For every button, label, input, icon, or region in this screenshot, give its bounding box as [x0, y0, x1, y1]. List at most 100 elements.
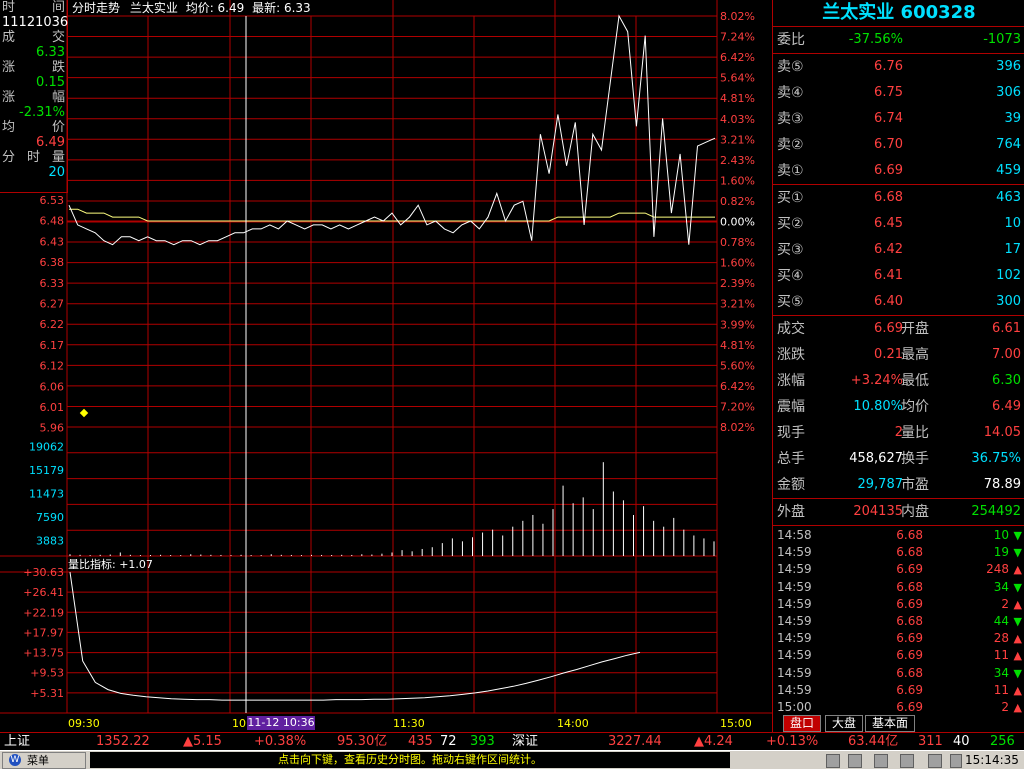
market-status-bar: 上证 1352.22 ▲5.15 +0.38% 95.30亿 435 72 39… [0, 732, 1024, 750]
tray-security-icon[interactable] [928, 754, 942, 768]
volume-panel [69, 462, 715, 556]
avg-value: 6.49 [36, 135, 65, 150]
tick-volume: 2 [1001, 596, 1009, 611]
price-tick-label: 6.12 [40, 360, 65, 373]
pct-tick-label: 6.42% [720, 380, 755, 393]
buy-volume: 463 [996, 190, 1021, 205]
tick-time: 14:59 [777, 631, 812, 646]
tray-volume-icon[interactable] [848, 754, 862, 768]
arrow-down-icon: ▼ [1013, 529, 1022, 542]
arrow-down-icon: ▼ [1013, 580, 1022, 594]
stat-label: 成交 [777, 321, 805, 337]
stat-row: 震幅 10.80% 均价 6.49 [773, 394, 1024, 420]
buy-price: 6.42 [874, 242, 903, 257]
sell-level-label: 卖① [777, 163, 804, 179]
stat-value-2: 6.30 [992, 373, 1021, 388]
buy-price: 6.68 [874, 190, 903, 205]
weibi-pct: -37.56% [848, 32, 903, 47]
sell-level-label: 卖④ [777, 85, 804, 101]
time-label: 时间 [2, 0, 65, 15]
buy-row[interactable]: 买① 6.68 463 [773, 185, 1024, 211]
avg-price-line [69, 208, 715, 222]
tick-row[interactable]: 14:59 6.69 28 ▲ [773, 630, 1024, 647]
buy-level-label: 买③ [777, 242, 804, 258]
tab-dapan[interactable]: 大盘 [825, 715, 864, 732]
sell-row[interactable]: 卖① 6.69 459 [773, 158, 1024, 184]
stat-row: 总手 458,627 换手 36.75% [773, 446, 1024, 472]
tick-row[interactable]: 14:59 6.69 11 ▲ [773, 682, 1024, 699]
time-tick-label: 15:00 [720, 717, 752, 730]
buy-level-label: 买⑤ [777, 294, 804, 310]
buy-row[interactable]: 买④ 6.41 102 [773, 263, 1024, 289]
tick-time: 14:59 [777, 682, 812, 697]
pct-tick-label: 4.03% [720, 113, 755, 126]
sell-level-label: 卖⑤ [777, 59, 804, 75]
sell-row[interactable]: 卖⑤ 6.76 396 [773, 54, 1024, 80]
hint-text: 点击向下键，查看历史分时图。拖动右键作区间统计。 [90, 752, 730, 768]
tick-row[interactable]: 14:59 6.68 19 ▼ [773, 544, 1024, 561]
pct-tick-label: 4.81% [720, 92, 755, 105]
tick-price: 6.68 [896, 528, 923, 542]
tick-row[interactable]: 14:59 6.69 248 ▲ [773, 561, 1024, 578]
arrow-up-icon: ▲ [1013, 649, 1022, 663]
ratio-tick-label: +17.97 [23, 626, 64, 639]
cursor-time-badge: 11-12 10:36 [247, 716, 315, 730]
pct-value: -2.31% [19, 105, 65, 120]
tab-pankou[interactable]: 盘口 [783, 715, 822, 732]
sell-row[interactable]: 卖② 6.70 764 [773, 132, 1024, 158]
chart-title: 分时走势 [72, 1, 121, 15]
time-tick-label: 09:30 [68, 717, 100, 730]
tick-price: 6.69 [896, 648, 923, 663]
tick-price: 6.68 [896, 665, 923, 680]
pct-tick-label: 8.02% [720, 421, 755, 434]
ratio-tick-label: +22.19 [23, 606, 64, 619]
pct-tick-label: 3.21% [720, 133, 755, 146]
weibi-row: 委比 -37.56% -1073 [773, 27, 1024, 54]
tray-input-icon[interactable] [874, 754, 888, 768]
tick-time: 14:59 [777, 596, 812, 611]
tab-fundamentals[interactable]: 基本面 [865, 715, 916, 732]
sell-price: 6.70 [874, 137, 903, 152]
clock: 15:14:35 [965, 753, 1019, 767]
buy-row[interactable]: 买③ 6.42 17 [773, 237, 1024, 263]
tick-price: 6.69 [896, 631, 923, 646]
tray-update-icon[interactable] [950, 754, 962, 768]
tick-list[interactable]: 14:58 6.68 10 ▼ 14:59 6.68 19 ▼ 14:59 6.… [773, 526, 1024, 716]
pct-tick-label: 3.99% [720, 318, 755, 331]
pct-tick-label: 7.20% [720, 400, 755, 413]
chart-avg-label: 均价: 6.49 [185, 1, 245, 15]
pct-tick-label: 1.60% [720, 174, 755, 187]
tick-price: 6.69 [896, 562, 923, 577]
price-panel [68, 14, 716, 246]
tick-row[interactable]: 14:59 6.69 11 ▲ [773, 647, 1024, 664]
sell-row[interactable]: 卖③ 6.74 39 [773, 106, 1024, 132]
pct-tick-label: 2.43% [720, 154, 755, 167]
sell-price: 6.74 [874, 111, 903, 126]
buy-row[interactable]: 买⑤ 6.40 300 [773, 289, 1024, 315]
tray-network-icon[interactable] [826, 754, 840, 768]
arrow-up-icon: ▲ [1013, 683, 1022, 697]
pct-tick-label: 8.02% [720, 10, 755, 23]
intraday-chart[interactable]: 6.53 6.48 6.43 6.38 6.33 6.27 6.22 6.17 6.12 6.06… [0, 0, 772, 732]
sell-row[interactable]: 卖④ 6.75 306 [773, 80, 1024, 106]
tick-row[interactable]: 14:59 6.69 2 ▲ [773, 596, 1024, 613]
menu-button[interactable]: W 菜单 [2, 752, 86, 769]
tick-row[interactable]: 14:58 6.68 10 ▼ [773, 527, 1024, 544]
pct-tick-label: 6.42% [720, 51, 755, 64]
pct-tick-label: 7.24% [720, 31, 755, 44]
arrow-down-icon: ▼ [1013, 666, 1022, 680]
chart-last-label: 最新: 6.33 [252, 1, 311, 15]
stat-value-2: 6.49 [992, 399, 1021, 414]
arrow-up-icon: ▲ [1013, 597, 1022, 611]
tick-row[interactable]: 14:59 6.68 44 ▼ [773, 613, 1024, 630]
tick-row[interactable]: 14:59 6.68 34 ▼ [773, 665, 1024, 682]
stat-label: 现手 [777, 425, 805, 441]
tick-volume: 10 [993, 528, 1009, 542]
tick-price: 6.68 [896, 579, 923, 594]
arrow-up-icon: ▲ [1013, 632, 1022, 646]
inner-label: 内盘 [901, 504, 929, 520]
buy-row[interactable]: 买② 6.45 10 [773, 211, 1024, 237]
price-tick-label: 6.38 [40, 256, 65, 269]
tray-display-icon[interactable] [900, 754, 914, 768]
tick-row[interactable]: 14:59 6.68 34 ▼ [773, 579, 1024, 596]
